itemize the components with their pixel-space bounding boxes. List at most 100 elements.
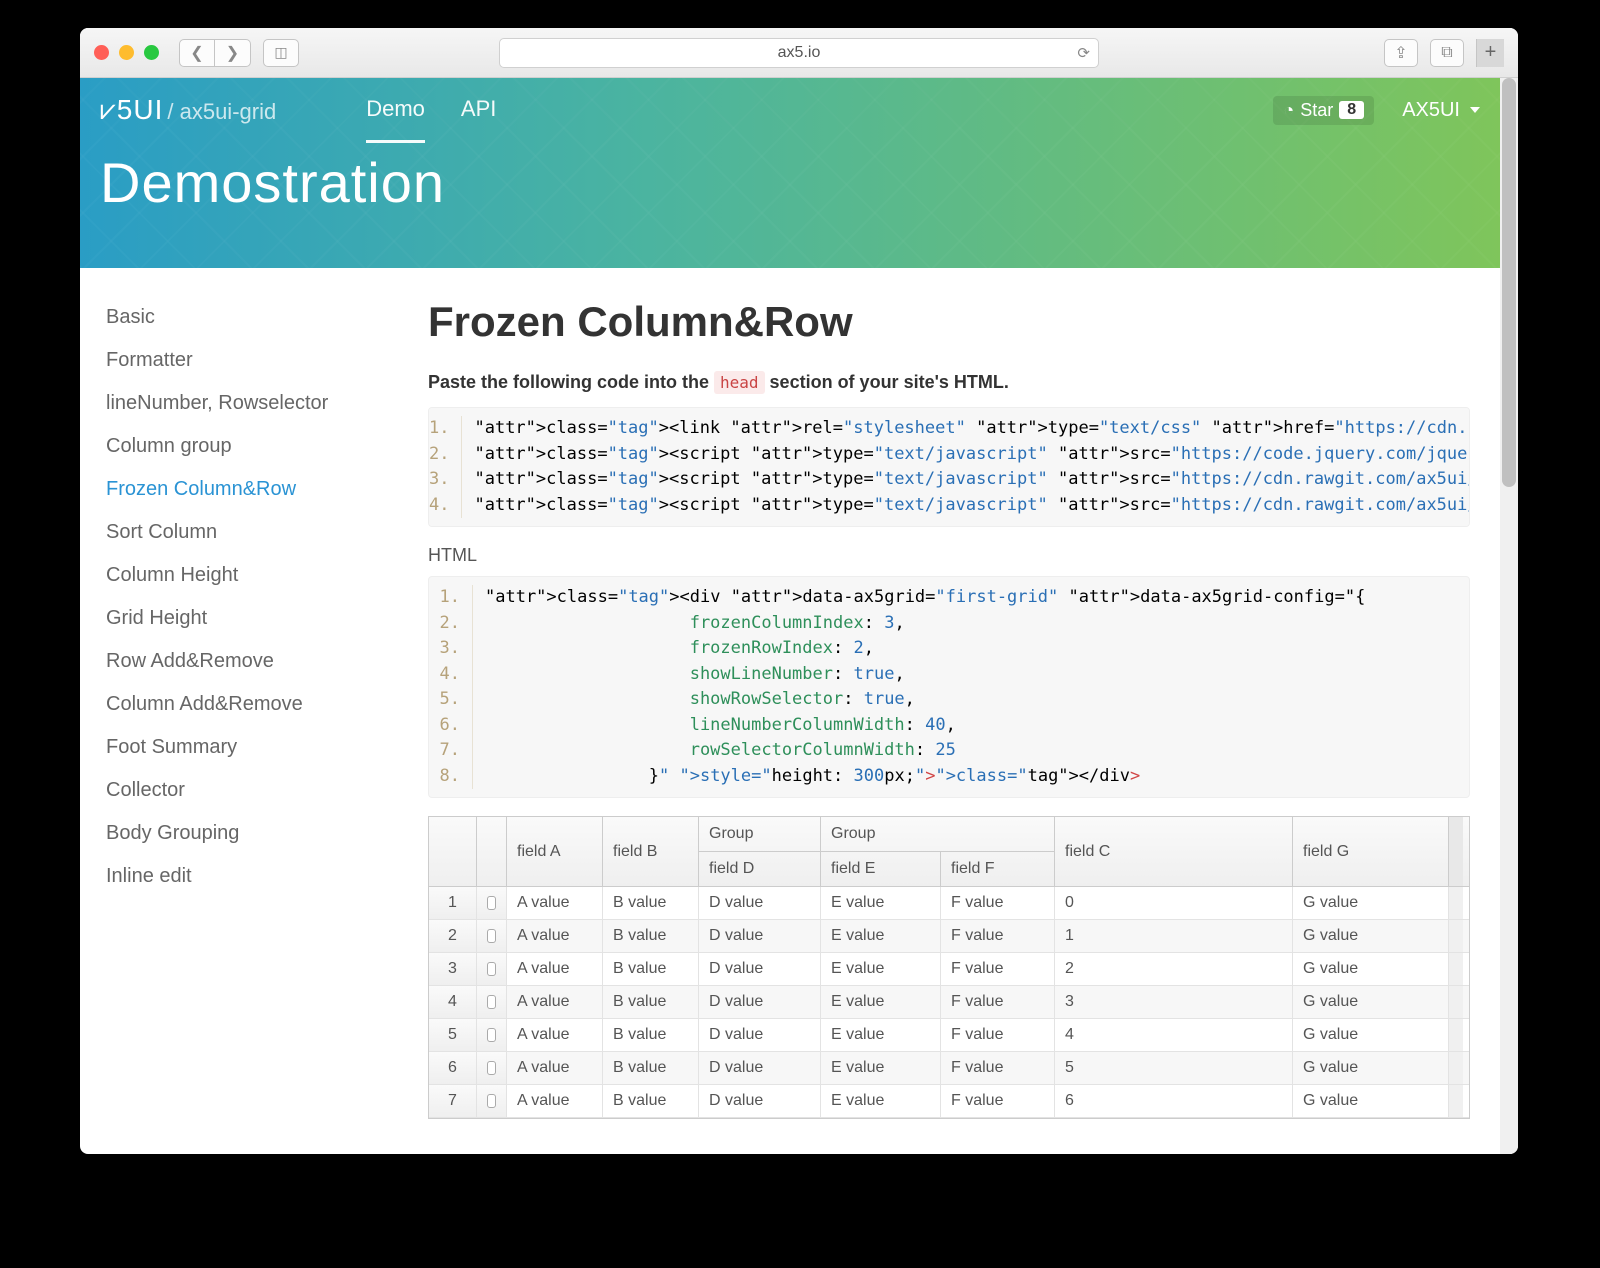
data-grid[interactable]: field A field B Group Group field D fiel…	[428, 816, 1470, 1119]
sidebar-item[interactable]: Column Add&Remove	[92, 683, 410, 726]
cell-field-g: G value	[1293, 953, 1449, 985]
header-field-g[interactable]: field G	[1293, 817, 1449, 886]
sidebar-item[interactable]: Row Add&Remove	[92, 640, 410, 683]
row-scroll-gutter	[1449, 1085, 1463, 1117]
cell-field-c: 6	[1055, 1085, 1293, 1117]
brand[interactable]: ⩗5UI / ax5ui-grid	[100, 94, 276, 127]
cell-field-e: E value	[821, 953, 941, 985]
row-number: 1	[429, 887, 477, 919]
maximize-window-icon[interactable]	[144, 45, 159, 60]
cell-field-g: G value	[1293, 920, 1449, 952]
cell-field-f: F value	[941, 920, 1055, 952]
cell-field-a: A value	[507, 887, 603, 919]
row-number: 2	[429, 920, 477, 952]
cell-field-c: 4	[1055, 1019, 1293, 1051]
minimize-window-icon[interactable]	[119, 45, 134, 60]
row-number: 7	[429, 1085, 477, 1117]
sidebar-item[interactable]: Body Grouping	[92, 812, 410, 855]
code-line: 8. }" ">style="height: 300px;">">class="…	[429, 764, 1469, 790]
sidebar-item[interactable]: Basic	[92, 296, 410, 339]
cell-field-d: D value	[699, 1052, 821, 1084]
header-group-2[interactable]: Group	[821, 817, 1055, 851]
cell-field-d: D value	[699, 920, 821, 952]
top-nav: ⩗5UI / ax5ui-grid Demo API ◔ Star 8 AX5UI	[100, 78, 1480, 142]
sidebar-item[interactable]: Column Height	[92, 554, 410, 597]
code-line: 7. rowSelectorColumnWidth: 25	[429, 738, 1469, 764]
row-checkbox[interactable]	[477, 953, 507, 985]
header-field-a[interactable]: field A	[507, 817, 603, 886]
code-line: 2. frozenColumnIndex: 3,	[429, 611, 1469, 637]
table-row[interactable]: 5A valueB valueD valueE valueF value4G v…	[429, 1019, 1469, 1052]
row-scroll-gutter	[1449, 1019, 1463, 1051]
share-button[interactable]: ⇪	[1384, 39, 1418, 67]
grid-scrollbar-track[interactable]	[1449, 817, 1463, 886]
section-label-html: HTML	[428, 545, 1500, 566]
code-line: 1."attr">class="tag"><div "attr">data-ax…	[429, 585, 1469, 611]
sidebar-item[interactable]: Grid Height	[92, 597, 410, 640]
scroll-thumb[interactable]	[1502, 78, 1516, 487]
header-checkbox[interactable]	[477, 817, 507, 886]
sidebar-item[interactable]: Column group	[92, 425, 410, 468]
close-window-icon[interactable]	[94, 45, 109, 60]
header-group-1[interactable]: Group	[699, 817, 821, 851]
sidebar-item[interactable]: lineNumber, Rowselector	[92, 382, 410, 425]
row-checkbox[interactable]	[477, 986, 507, 1018]
github-star[interactable]: ◔ Star 8	[1273, 96, 1374, 125]
brand-sub: / ax5ui-grid	[167, 99, 276, 125]
new-tab-button[interactable]: +	[1476, 39, 1504, 67]
sidebar-item[interactable]: Formatter	[92, 339, 410, 382]
cell-field-g: G value	[1293, 887, 1449, 919]
cell-field-a: A value	[507, 1085, 603, 1117]
sidebar-toggle-button[interactable]: ◫	[263, 39, 299, 67]
table-row[interactable]: 3A valueB valueD valueE valueF value2G v…	[429, 953, 1469, 986]
sidebar-item[interactable]: Collector	[92, 769, 410, 812]
url-bar[interactable]: ax5.io ⟳	[499, 38, 1099, 68]
row-checkbox[interactable]	[477, 920, 507, 952]
ax5ui-dropdown[interactable]: AX5UI	[1402, 99, 1480, 122]
cell-field-d: D value	[699, 1019, 821, 1051]
row-checkbox[interactable]	[477, 1019, 507, 1051]
sidebar-item[interactable]: Frozen Column&Row	[92, 468, 410, 511]
forward-button[interactable]: ❯	[215, 39, 251, 67]
sidebar-item[interactable]: Sort Column	[92, 511, 410, 554]
table-row[interactable]: 4A valueB valueD valueE valueF value3G v…	[429, 986, 1469, 1019]
window-controls	[94, 45, 159, 60]
row-checkbox[interactable]	[477, 1085, 507, 1117]
nav-buttons: ❮ ❯	[179, 39, 251, 67]
table-row[interactable]: 1A valueB valueD valueE valueF value0G v…	[429, 887, 1469, 920]
nav-tab-api[interactable]: API	[461, 78, 496, 143]
cell-field-g: G value	[1293, 986, 1449, 1018]
header-field-e[interactable]: field E	[821, 852, 941, 886]
ax5ui-label: AX5UI	[1402, 99, 1460, 122]
github-icon: ◔	[1283, 100, 1294, 121]
tabs-button[interactable]: ⧉	[1430, 39, 1464, 67]
cell-field-f: F value	[941, 1052, 1055, 1084]
header-field-c[interactable]: field C	[1055, 817, 1293, 886]
cell-field-d: D value	[699, 887, 821, 919]
row-checkbox[interactable]	[477, 887, 507, 919]
table-row[interactable]: 2A valueB valueD valueE valueF value1G v…	[429, 920, 1469, 953]
header-field-b[interactable]: field B	[603, 817, 699, 886]
hero-title: Demostration	[100, 150, 1480, 215]
row-scroll-gutter	[1449, 986, 1463, 1018]
cell-field-f: F value	[941, 1085, 1055, 1117]
row-scroll-gutter	[1449, 887, 1463, 919]
sidebar: BasicFormatterlineNumber, RowselectorCol…	[80, 268, 410, 1119]
row-checkbox[interactable]	[477, 1052, 507, 1084]
back-button[interactable]: ❮	[179, 39, 215, 67]
cell-field-e: E value	[821, 1052, 941, 1084]
header-field-d[interactable]: field D	[699, 852, 821, 886]
table-row[interactable]: 6A valueB valueD valueE valueF value5G v…	[429, 1052, 1469, 1085]
header-field-f[interactable]: field F	[941, 852, 1055, 886]
cell-field-f: F value	[941, 1019, 1055, 1051]
reload-icon[interactable]: ⟳	[1077, 44, 1090, 62]
sidebar-item[interactable]: Foot Summary	[92, 726, 410, 769]
cell-field-d: D value	[699, 986, 821, 1018]
page-scrollbar[interactable]	[1500, 78, 1518, 1154]
cell-field-e: E value	[821, 986, 941, 1018]
table-row[interactable]: 7A valueB valueD valueE valueF value6G v…	[429, 1085, 1469, 1118]
nav-tab-demo[interactable]: Demo	[366, 78, 425, 143]
cell-field-c: 2	[1055, 953, 1293, 985]
sidebar-item[interactable]: Inline edit	[92, 855, 410, 898]
cell-field-e: E value	[821, 1085, 941, 1117]
